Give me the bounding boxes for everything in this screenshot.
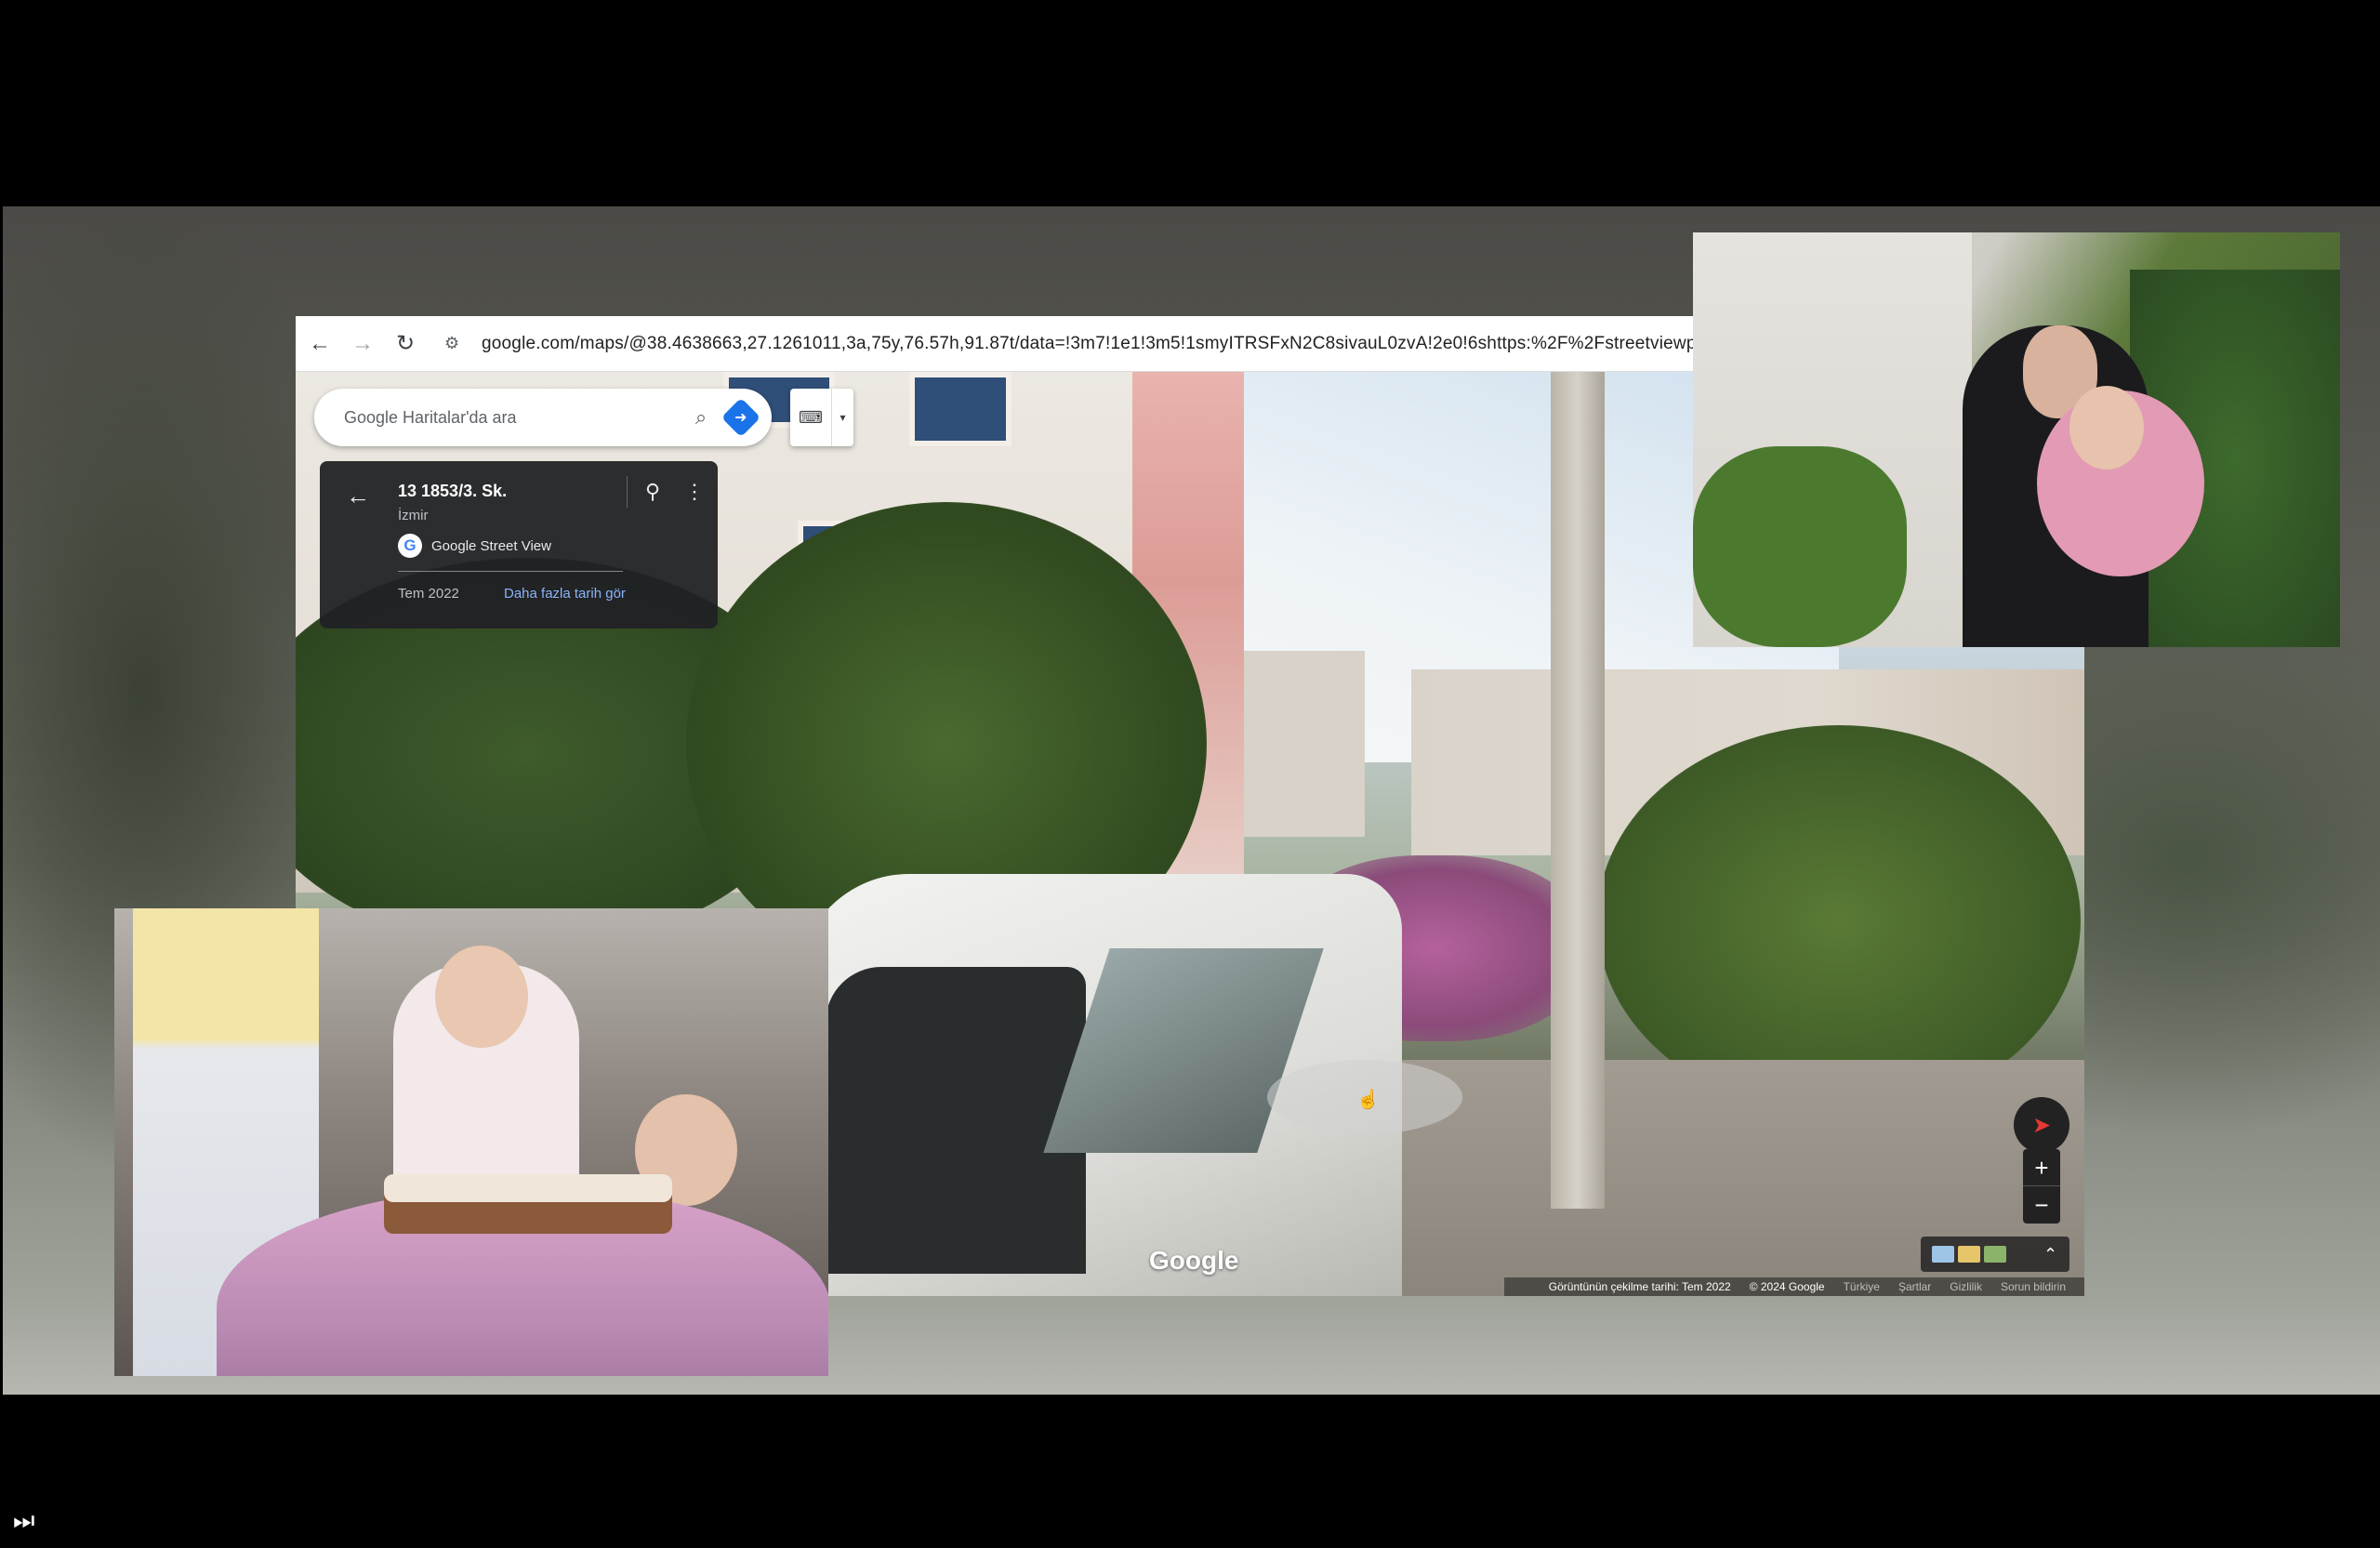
footer-terms[interactable]: Şartlar	[1898, 1280, 1931, 1293]
keyboard-icon[interactable]: ⌨	[790, 408, 831, 428]
chevron-down-icon[interactable]: ▾	[831, 389, 853, 446]
back-arrow-icon[interactable]: ←	[301, 325, 338, 363]
input-tools-button[interactable]: ⌨ ▾	[790, 389, 853, 446]
footer-country[interactable]: Türkiye	[1844, 1280, 1880, 1293]
street-view-cursor[interactable]: ☝	[1267, 1060, 1462, 1134]
capture-date: Tem 2022	[398, 586, 459, 602]
provider-label: Google Street View	[431, 537, 551, 554]
zoom-in-button[interactable]: +	[2023, 1149, 2060, 1186]
layer-thumb[interactable]	[1932, 1246, 1954, 1263]
imagery-strip[interactable]: ⌃	[1921, 1237, 2069, 1272]
provider-row: G Google Street View	[398, 534, 551, 558]
layer-thumb[interactable]	[1984, 1246, 2006, 1263]
compass-icon[interactable]: ➤	[2014, 1097, 2069, 1153]
layer-thumb[interactable]	[1958, 1246, 1980, 1263]
location-city: İzmir	[398, 508, 429, 523]
more-dates-link[interactable]: Daha fazla tarih gör	[504, 586, 626, 602]
url-text: google.com/maps/@38.4638663,27.1261011,3…	[482, 333, 1697, 353]
google-logo-icon: G	[398, 534, 422, 558]
google-watermark: Google	[1149, 1246, 1239, 1275]
more-vert-icon[interactable]: ⋮	[684, 480, 705, 504]
forward-arrow-icon[interactable]: →	[344, 325, 381, 363]
footer-capture-date: Görüntünün çekilme tarihi: Tem 2022	[1548, 1280, 1731, 1293]
back-arrow-icon[interactable]: ←	[346, 482, 370, 510]
overlay-photo-birthday	[114, 908, 828, 1376]
expand-icon[interactable]: ⌃	[2043, 1245, 2057, 1264]
overlay-photo-mother-baby	[1693, 232, 2340, 647]
location-info-card: ← 13 1853/3. Sk. İzmir ⚲ ⋮ G Google Stre…	[320, 461, 718, 628]
building-distant	[1244, 651, 1365, 837]
maps-footer: Görüntünün çekilme tarihi: Tem 2022 © 20…	[1504, 1277, 2084, 1296]
footer-report[interactable]: Sorun bildirin	[2001, 1280, 2066, 1293]
site-settings-icon[interactable]: ⚙	[444, 334, 470, 353]
search-input[interactable]: Google Haritalar'da ara	[344, 408, 681, 428]
footer-copyright: © 2024 Google	[1749, 1280, 1825, 1293]
zoom-control: + −	[2023, 1149, 2060, 1224]
directions-icon[interactable]: ➜	[721, 397, 761, 438]
footer-privacy[interactable]: Gizlilik	[1950, 1280, 1982, 1293]
utility-pole	[1551, 372, 1605, 1209]
zoom-out-button[interactable]: −	[2023, 1186, 2060, 1224]
maps-search-box[interactable]: Google Haritalar'da ara ⌕ ➜	[314, 389, 772, 446]
skip-next-icon[interactable]: ⏭	[13, 1506, 34, 1536]
tree-right	[1597, 725, 2081, 1116]
pin-icon[interactable]: ⚲	[645, 480, 660, 504]
search-icon[interactable]: ⌕	[681, 405, 721, 430]
hand-cursor-icon: ☝	[1356, 1090, 1380, 1110]
location-title: 13 1853/3. Sk.	[398, 482, 508, 500]
reload-icon[interactable]: ↻	[387, 325, 424, 363]
